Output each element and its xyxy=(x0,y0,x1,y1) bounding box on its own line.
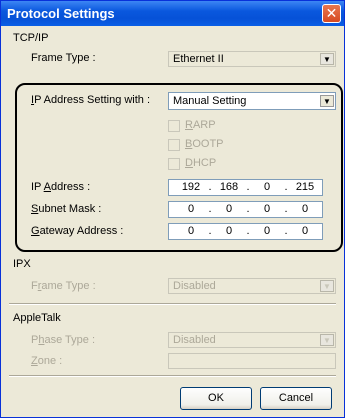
tcpip-frame-type-select[interactable]: Ethernet II ▼ xyxy=(168,51,336,67)
dhcp-checkbox[interactable] xyxy=(168,158,180,170)
ipx-frame-type-select[interactable]: Disabled ▼ xyxy=(168,278,336,294)
chevron-down-icon: ▼ xyxy=(320,334,334,346)
chevron-down-icon: ▼ xyxy=(320,53,334,65)
chevron-down-icon: ▼ xyxy=(320,95,334,107)
zone-label: Zone : xyxy=(31,355,63,367)
rarp-checkbox[interactable] xyxy=(168,120,180,132)
bootp-checkbox[interactable] xyxy=(168,139,180,151)
subnet-mask-field[interactable]: 0 . 0 . 0 . 0 xyxy=(168,201,323,218)
ip-setting-label: IP Address Setting with : xyxy=(31,94,151,106)
rarp-label: RARP xyxy=(185,119,216,131)
divider xyxy=(9,303,336,305)
dhcp-label: DHCP xyxy=(185,157,217,169)
ipx-section-label: IPX xyxy=(13,258,31,270)
window-title: Protocol Settings xyxy=(7,6,115,21)
phase-type-select[interactable]: Disabled ▼ xyxy=(168,332,336,348)
cancel-button[interactable]: Cancel xyxy=(260,387,332,410)
appletalk-section-label: AppleTalk xyxy=(13,312,61,324)
title-bar: Protocol Settings ✕ xyxy=(1,1,344,26)
ok-button[interactable]: OK xyxy=(180,387,252,410)
phase-type-label: Phase Type : xyxy=(31,334,96,346)
divider xyxy=(9,375,336,377)
gateway-address-label: Gateway Address : xyxy=(31,225,124,237)
subnet-mask-label: Subnet Mask : xyxy=(31,203,102,215)
ip-address-label: IP Address : xyxy=(31,181,91,193)
chevron-down-icon: ▼ xyxy=(320,280,334,292)
protocol-settings-dialog: Protocol Settings ✕ TCP/IP Frame Type : … xyxy=(0,0,345,418)
ip-setting-method-select[interactable]: Manual Setting ▼ xyxy=(168,92,336,110)
close-icon[interactable]: ✕ xyxy=(322,4,341,23)
gateway-address-field[interactable]: 0 . 0 . 0 . 0 xyxy=(168,223,323,240)
bootp-label: BOOTP xyxy=(185,138,224,150)
ipx-frame-type-label: Frame Type : xyxy=(31,280,96,292)
tcpip-section-label: TCP/IP xyxy=(13,32,49,44)
frame-type-label: Frame Type : xyxy=(31,52,96,64)
zone-input[interactable] xyxy=(168,353,336,369)
ip-address-field[interactable]: 192 . 168 . 0 . 215 xyxy=(168,179,323,196)
